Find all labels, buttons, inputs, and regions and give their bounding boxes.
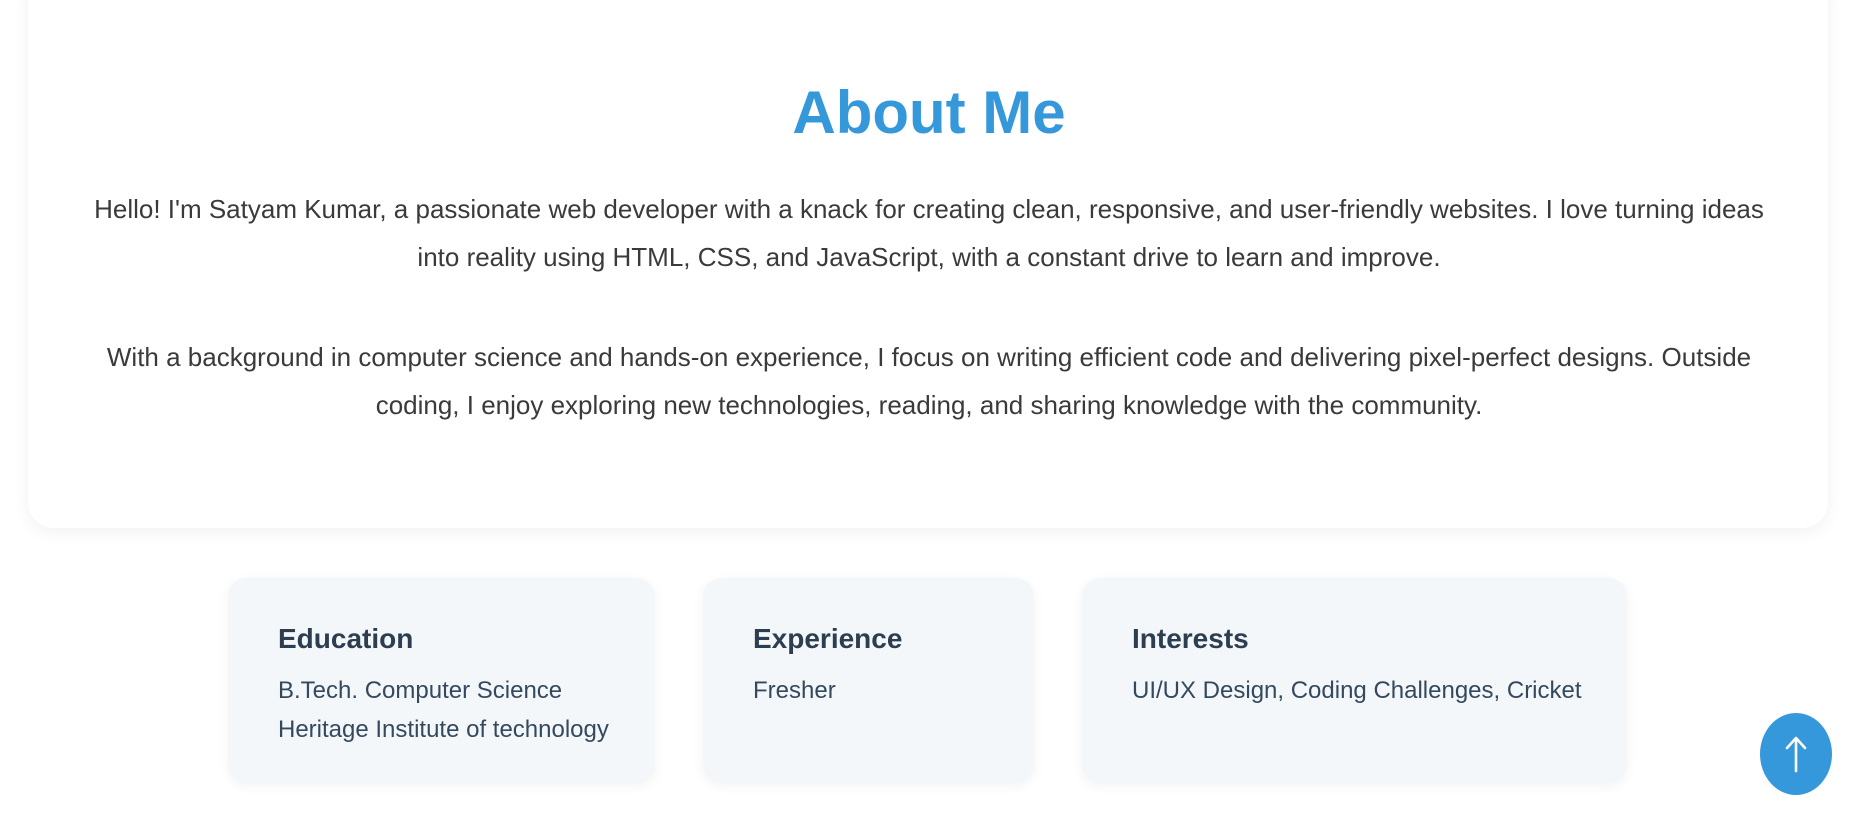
education-title: Education: [278, 623, 414, 654]
interests-card: Interests UI/UX Design, Coding Challenge…: [1082, 578, 1627, 783]
experience-level: Fresher: [753, 677, 836, 704]
interests-list: UI/UX Design, Coding Challenges, Cricket: [1132, 677, 1582, 704]
scroll-to-top-button[interactable]: [1760, 713, 1832, 795]
about-background-paragraph: With a background in computer science an…: [106, 342, 1752, 420]
page: About Me Hello! I'm Satyam Kumar, a pass…: [0, 0, 1858, 824]
interests-title: Interests: [1132, 623, 1249, 654]
experience-title: Experience: [753, 623, 903, 654]
experience-card: Experience Fresher: [703, 578, 1034, 783]
education-degree: B.Tech. Computer Science: [278, 677, 563, 704]
about-title: About Me: [792, 79, 1066, 146]
arrow-up-icon: [1783, 734, 1809, 774]
education-card: Education B.Tech. Computer Science Herit…: [228, 578, 655, 783]
about-intro-paragraph: Hello! I'm Satyam Kumar, a passionate we…: [94, 194, 1764, 272]
education-institute: Heritage Institute of technology: [278, 716, 609, 743]
